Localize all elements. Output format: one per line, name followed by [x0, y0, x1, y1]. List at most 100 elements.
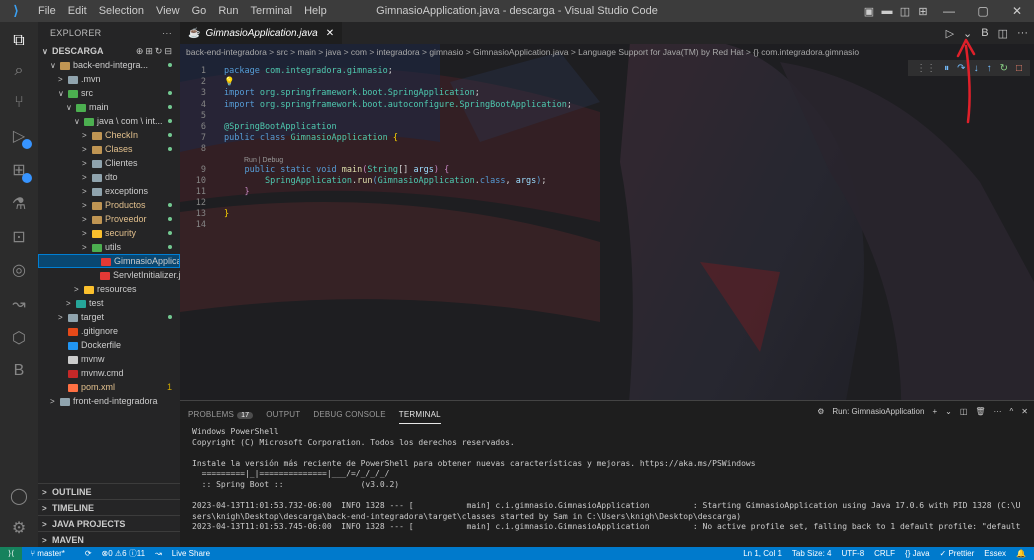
end-of-line[interactable]: CRLF — [874, 549, 895, 558]
kill-terminal-icon[interactable]: 🗑 — [975, 407, 985, 416]
tree-item[interactable]: pom.xml 1 — [38, 380, 180, 394]
tree-item[interactable]: mvnw.cmd — [38, 366, 180, 380]
code-line: 2 💡 — [180, 77, 1034, 88]
layout-sidebar-icon[interactable]: ▣ — [860, 5, 878, 18]
branch-status[interactable]: ⑂ master* — [30, 549, 75, 558]
gitlens-icon[interactable]: ⬡ — [0, 328, 38, 348]
section-maven[interactable]: > MAVEN — [38, 531, 180, 547]
run-java-icon[interactable]: ▷ — [946, 27, 954, 40]
panel-tab-debug-console[interactable]: DEBUG CONSOLE — [313, 410, 385, 419]
tree-item[interactable]: > target — [38, 310, 180, 324]
cursor-position[interactable]: Ln 1, Col 1 — [743, 549, 782, 558]
section-java-projects[interactable]: > JAVA PROJECTS — [38, 515, 180, 531]
liveshare-icon[interactable]: ↝ — [155, 549, 162, 558]
remote-explorer-icon[interactable]: ⊡ — [0, 227, 38, 247]
search-icon[interactable]: ⌕ — [0, 62, 38, 80]
explorer-actions-icon[interactable]: ⊕⊞↻⊟ — [136, 44, 174, 58]
split-terminal-icon[interactable]: ◫ — [960, 407, 968, 416]
customize-layout-icon[interactable]: ⊞ — [914, 5, 932, 18]
close-window-button[interactable]: ✕ — [1000, 0, 1034, 22]
section-outline[interactable]: > OUTLINE — [38, 483, 180, 499]
tree-item[interactable]: GimnasioApplicati... — [38, 254, 180, 268]
source-control-icon[interactable]: ⑂ — [0, 94, 38, 112]
notifications-bell-icon[interactable]: 🔔 — [1016, 549, 1026, 558]
prettier-status[interactable]: ✓ Prettier — [940, 549, 975, 558]
breadcrumb[interactable]: back-end-integradora > src > main > java… — [180, 44, 1034, 60]
section-timeline[interactable]: > TIMELINE — [38, 499, 180, 515]
close-tab-icon[interactable]: ✕ — [326, 28, 334, 39]
tree-item[interactable]: > resources — [38, 282, 180, 296]
workspace-root[interactable]: ∨ DESCARGA ⊕⊞↻⊟ — [38, 44, 180, 58]
language-mode[interactable]: {} Java — [905, 549, 929, 558]
tree-item[interactable]: > test — [38, 296, 180, 310]
panel-tab-problems[interactable]: PROBLEMS 17 — [188, 410, 254, 419]
tab-size[interactable]: Tab Size: 4 — [792, 549, 832, 558]
codelens-run-debug[interactable]: Run | Debug — [180, 156, 1034, 165]
bookmark-b-icon[interactable]: B — [981, 27, 988, 39]
menu-go[interactable]: Go — [186, 0, 213, 22]
sync-icon[interactable]: ⟳ — [85, 549, 92, 558]
tree-item[interactable]: > Clientes — [38, 156, 180, 170]
tree-item[interactable]: > security — [38, 226, 180, 240]
menu-edit[interactable]: Edit — [62, 0, 93, 22]
maximize-panel-icon[interactable]: ^ — [1010, 407, 1014, 416]
tree-item[interactable]: ∨ main — [38, 100, 180, 114]
terminal-dropdown-icon[interactable]: ⌄ — [945, 407, 952, 416]
docker-icon[interactable]: ◎ — [0, 260, 38, 280]
user-status[interactable]: Essex — [984, 549, 1006, 558]
code-editor[interactable]: 1 package com.integradora.gimnasio; 2 💡 3 imp… — [180, 66, 1034, 232]
tree-item[interactable]: ServletInitializer.java — [38, 268, 180, 282]
layout-panel-icon[interactable]: ▬ — [878, 5, 896, 17]
run-debug-icon[interactable]: ▷ — [0, 126, 38, 149]
maximize-button[interactable]: ▢ — [966, 0, 1000, 22]
close-panel-icon[interactable]: ✕ — [1021, 407, 1028, 416]
terminal-output[interactable]: Windows PowerShell Copyright (C) Microsof… — [180, 427, 1034, 533]
explorer-icon[interactable]: ⧉ — [0, 32, 38, 50]
code-text: @SpringBootApplication — [224, 121, 337, 132]
encoding[interactable]: UTF-8 — [841, 549, 864, 558]
tree-item[interactable]: ∨ src — [38, 86, 180, 100]
liveshare-status[interactable]: Live Share — [172, 549, 210, 558]
split-editor-icon[interactable]: ◫ — [998, 27, 1008, 40]
tree-item[interactable]: > Productos — [38, 198, 180, 212]
tree-item[interactable]: > utils — [38, 240, 180, 254]
menu-selection[interactable]: Selection — [93, 0, 150, 22]
tree-item[interactable]: .gitignore — [38, 324, 180, 338]
tree-item[interactable]: Dockerfile — [38, 338, 180, 352]
tree-item[interactable]: > Proveedor — [38, 212, 180, 226]
menu-run[interactable]: Run — [212, 0, 244, 22]
tree-item-label: Clases — [105, 144, 133, 154]
problems-status[interactable]: ⊗0 ⚠6 ⓘ11 — [102, 548, 146, 559]
new-terminal-icon[interactable]: + — [932, 407, 937, 416]
testing-icon[interactable]: ⚗ — [0, 194, 38, 214]
remote-indicator-icon[interactable]: ⟩⟨ — [0, 547, 23, 560]
explorer-more-icon[interactable]: ··· — [162, 28, 172, 38]
tree-item[interactable]: > exceptions — [38, 184, 180, 198]
panel-tab-output[interactable]: OUTPUT — [266, 410, 300, 419]
live-share-icon[interactable]: ↝ — [0, 294, 38, 314]
tree-item[interactable]: ∨ java \ com \ int... — [38, 114, 180, 128]
tree-item[interactable]: ∨ back-end-integra... — [38, 58, 180, 72]
accounts-icon[interactable]: ◯ — [0, 486, 38, 506]
tree-item[interactable]: > front-end-integradora — [38, 394, 180, 408]
bookmarks-icon[interactable]: B — [0, 362, 38, 380]
terminal-name[interactable]: Run: GimnasioApplication — [832, 407, 924, 416]
tree-item[interactable]: > CheckIn — [38, 128, 180, 142]
extensions-icon[interactable]: ⊞ — [0, 160, 38, 183]
more-actions-icon[interactable]: ··· — [1017, 27, 1028, 39]
menu-view[interactable]: View — [150, 0, 186, 22]
panel-tab-terminal[interactable]: TERMINAL — [398, 410, 441, 424]
run-dropdown-icon[interactable]: ⌄ — [963, 27, 972, 40]
manage-gear-icon[interactable]: ⚙ — [0, 518, 38, 538]
tree-item[interactable]: > Clases — [38, 142, 180, 156]
panel-more-icon[interactable]: ··· — [994, 407, 1002, 416]
tree-item[interactable]: mvnw — [38, 352, 180, 366]
menu-terminal[interactable]: Terminal — [245, 0, 299, 22]
layout-split-icon[interactable]: ◫ — [896, 5, 914, 18]
tree-item[interactable]: > .mvn — [38, 72, 180, 86]
minimize-button[interactable]: — — [932, 0, 966, 22]
menu-help[interactable]: Help — [298, 0, 333, 22]
tab-gimnasio-application[interactable]: ☕ GimnasioApplication.java ✕ — [180, 22, 343, 44]
tree-item[interactable]: > dto — [38, 170, 180, 184]
menu-file[interactable]: File — [32, 0, 62, 22]
